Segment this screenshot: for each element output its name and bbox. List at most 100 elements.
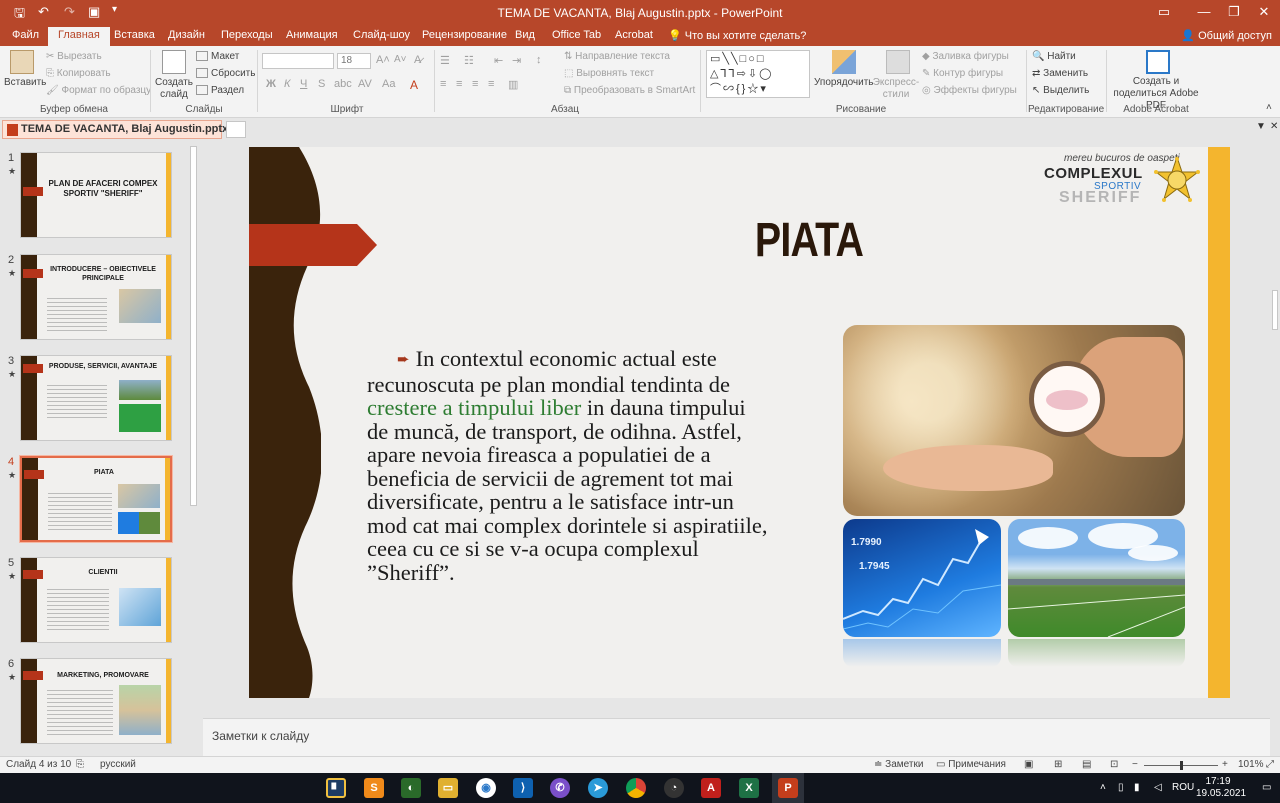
replace-button[interactable]: ⇄ Заменить bbox=[1032, 68, 1088, 79]
zoom-slider-handle[interactable] bbox=[1180, 761, 1183, 770]
notifications-icon[interactable]: ▭ bbox=[1262, 782, 1271, 793]
jetbrains-icon[interactable]: ▘ bbox=[326, 778, 346, 798]
minimize-button[interactable]: — bbox=[1190, 4, 1218, 19]
notes-pane[interactable]: Заметки к слайду bbox=[203, 718, 1270, 756]
close-button[interactable]: ✕ bbox=[1250, 4, 1278, 20]
change-case-icon[interactable]: Aa bbox=[382, 78, 395, 90]
columns-icon[interactable]: ▥ bbox=[508, 78, 518, 91]
zoom-out-icon[interactable]: − bbox=[1132, 759, 1138, 770]
copy-button[interactable]: ⎘ Копировать bbox=[46, 68, 111, 79]
collapse-ribbon-icon[interactable]: ˄ bbox=[1266, 102, 1272, 113]
clear-format-icon[interactable]: A̷ bbox=[414, 54, 421, 66]
notes-toggle[interactable]: ≐ Заметки bbox=[874, 759, 923, 770]
new-tab-button[interactable] bbox=[226, 121, 246, 138]
spacing-icon[interactable]: AV bbox=[358, 78, 372, 90]
italic-icon[interactable]: К bbox=[284, 78, 290, 90]
chrome-icon[interactable] bbox=[626, 778, 646, 798]
app-icon[interactable]: ◐ bbox=[401, 778, 421, 798]
slide-canvas[interactable]: mereu bucuros de oaspeți COMPLEXUL SPORT… bbox=[249, 147, 1230, 698]
telegram-icon[interactable]: ➤ bbox=[588, 778, 608, 798]
app-icon[interactable]: ◔ bbox=[664, 778, 684, 798]
underline-icon[interactable]: Ч bbox=[300, 78, 307, 90]
thumbnail-slide-1[interactable]: 1 ★ PLAN DE AFACERI COMPEX SPORTIV "SHER… bbox=[0, 152, 190, 244]
shape-effects-button[interactable]: ◎ Эффекты фигуры bbox=[922, 85, 1017, 96]
share-button[interactable]: 👤 Общий доступ bbox=[1181, 29, 1272, 42]
paste-icon[interactable] bbox=[10, 50, 34, 74]
decrease-indent-icon[interactable]: ⇤ bbox=[494, 54, 503, 67]
ribbon-display-icon[interactable]: ▭ bbox=[1150, 4, 1178, 20]
stadium-field-picture[interactable] bbox=[1008, 519, 1185, 637]
maximize-button[interactable]: ❐ bbox=[1220, 4, 1248, 20]
tray-chevron-icon[interactable]: ˄ bbox=[1100, 782, 1106, 793]
excel-icon[interactable]: X bbox=[739, 778, 759, 798]
normal-view-icon[interactable]: ▣ bbox=[1024, 759, 1033, 770]
align-right-icon[interactable]: ≡ bbox=[472, 78, 478, 90]
align-left-icon[interactable]: ≡ bbox=[440, 78, 446, 90]
justify-icon[interactable]: ≡ bbox=[488, 78, 494, 90]
cut-button[interactable]: ✂ Вырезать bbox=[46, 51, 102, 62]
format-painter-button[interactable]: 🖌 Формат по образцу bbox=[46, 85, 151, 96]
thumbnails-scrollbar[interactable] bbox=[188, 142, 199, 752]
app-round-icon[interactable]: ◉ bbox=[476, 778, 496, 798]
text-direction-button[interactable]: ⇅ Направление текста bbox=[564, 51, 670, 62]
bullets-icon[interactable]: ☰ bbox=[440, 54, 450, 67]
vscode-icon[interactable]: ⟩ bbox=[513, 778, 533, 798]
zoom-level[interactable]: 101% bbox=[1238, 759, 1264, 770]
slide-body-text[interactable]: ➨ In contextul economic actual este recun… bbox=[367, 347, 769, 584]
input-language[interactable]: ROU bbox=[1172, 782, 1194, 793]
thumbnail-slide-4[interactable]: 4 ★ PIATA bbox=[0, 455, 190, 548]
tab-file[interactable]: Файл bbox=[12, 29, 39, 41]
quick-styles-icon[interactable] bbox=[886, 50, 910, 74]
shadow-icon[interactable]: S bbox=[318, 78, 325, 90]
shrink-font-icon[interactable]: A˅ bbox=[394, 54, 407, 65]
thumbnail-slide-2[interactable]: 2 ★ INTRODUCERE – OBIECTIVELE PRINCIPALE bbox=[0, 254, 190, 346]
tab-list-icon[interactable]: ▼ bbox=[1256, 121, 1266, 132]
file-explorer-icon[interactable]: ▭ bbox=[438, 778, 458, 798]
zoom-in-icon[interactable]: + bbox=[1222, 759, 1228, 770]
language-indicator[interactable]: русский bbox=[100, 759, 136, 770]
volume-icon[interactable]: ◁ bbox=[1154, 782, 1162, 793]
find-button[interactable]: 🔍 Найти bbox=[1032, 51, 1076, 62]
numbering-icon[interactable]: ☷ bbox=[464, 54, 474, 67]
tab-slideshow[interactable]: Слайд-шоу bbox=[353, 29, 410, 41]
shape-fill-button[interactable]: ◆ Заливка фигуры bbox=[922, 51, 1009, 62]
align-text-button[interactable]: ⬚ Выровнять текст bbox=[564, 68, 654, 79]
slide-title[interactable]: PIATA bbox=[702, 213, 915, 268]
scrollbar-thumb[interactable] bbox=[1272, 290, 1278, 330]
tab-view[interactable]: Вид bbox=[515, 29, 535, 41]
document-tab[interactable]: TEMA DE VACANTA, Blaj Augustin.pptx bbox=[2, 120, 228, 139]
close-tab-icon[interactable]: ✕ bbox=[1270, 121, 1278, 132]
tab-acrobat[interactable]: Acrobat bbox=[615, 29, 653, 41]
arrange-icon[interactable] bbox=[832, 50, 856, 74]
convert-smartart-button[interactable]: ⧉ Преобразовать в SmartArt bbox=[564, 85, 695, 96]
thumbnail-slide-6[interactable]: 6 ★ MARKETING, PROMOVARE bbox=[0, 658, 190, 750]
pdf-create-icon[interactable] bbox=[1146, 50, 1170, 74]
align-center-icon[interactable]: ≡ bbox=[456, 78, 462, 90]
spellcheck-icon[interactable]: ⎘ bbox=[76, 759, 84, 770]
tab-home[interactable]: Главная bbox=[48, 27, 110, 46]
new-slide-button[interactable]: Создать слайд bbox=[154, 77, 194, 101]
bold-icon[interactable]: Ж bbox=[266, 78, 276, 90]
tab-transitions[interactable]: Переходы bbox=[221, 29, 273, 41]
battery-icon[interactable]: ▯ bbox=[1118, 782, 1124, 793]
fit-slide-icon[interactable]: ⤢ bbox=[1266, 759, 1274, 770]
grow-font-icon[interactable]: A˄ bbox=[376, 54, 390, 66]
powerpoint-icon[interactable]: P bbox=[778, 778, 798, 798]
strikethrough-icon[interactable]: abc bbox=[334, 78, 352, 90]
section-button[interactable]: Раздел bbox=[196, 85, 244, 96]
thumbnail-slide-5[interactable]: 5 ★ CLIENTII bbox=[0, 557, 190, 649]
network-icon[interactable]: ▮ bbox=[1134, 782, 1140, 793]
tab-officetab[interactable]: Office Tab bbox=[552, 29, 601, 41]
paste-button[interactable]: Вставить bbox=[4, 77, 46, 89]
thumbnail-slide-3[interactable]: 3 ★ PRODUSE, SERVICII, AVANTAJE bbox=[0, 355, 190, 447]
font-color-icon[interactable]: A bbox=[410, 78, 418, 92]
slide-scrollbar[interactable] bbox=[1270, 140, 1280, 716]
sublime-icon[interactable]: S bbox=[364, 778, 384, 798]
tab-design[interactable]: Дизайн bbox=[168, 29, 205, 41]
increase-indent-icon[interactable]: ⇥ bbox=[512, 54, 521, 67]
acrobat-icon[interactable]: A bbox=[701, 778, 721, 798]
hands-clock-picture[interactable] bbox=[843, 325, 1185, 516]
tab-review[interactable]: Рецензирование bbox=[422, 29, 507, 41]
reset-button[interactable]: Сбросить bbox=[196, 68, 255, 79]
tab-animation[interactable]: Анимация bbox=[286, 29, 338, 41]
